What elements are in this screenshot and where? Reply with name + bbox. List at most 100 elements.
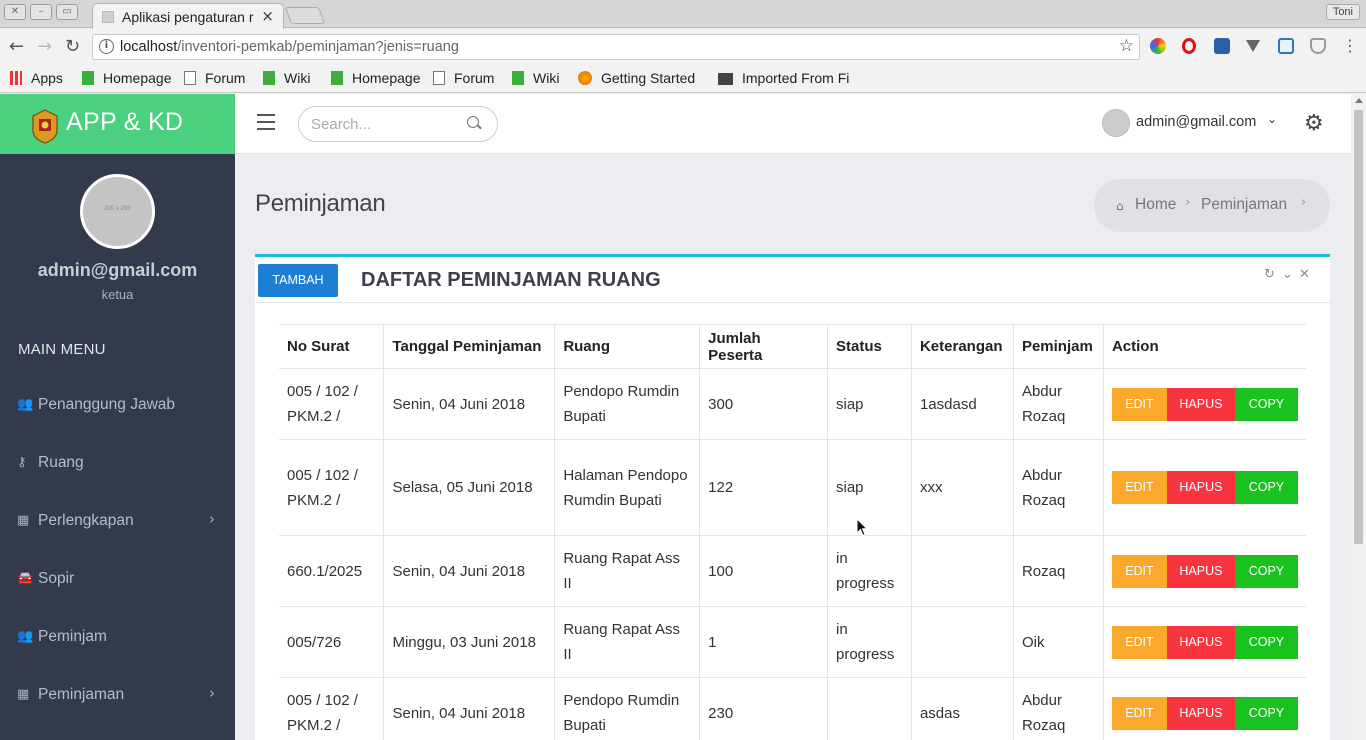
gear-icon[interactable]: ⚙ [1304, 111, 1324, 136]
new-tab-button[interactable] [284, 7, 326, 24]
chevron-right-icon: › [1301, 195, 1307, 210]
bookmark-forum[interactable]: Forum [184, 70, 245, 86]
cell-action: EDIT HAPUS COPY [1102, 439, 1306, 536]
bookmark-wiki[interactable]: Wiki [263, 70, 310, 86]
users-icon: 👥 [17, 397, 34, 412]
data-panel: TAMBAH DAFTAR PEMINJAMAN RUANG ↻ ⌄ ✕ No … [255, 254, 1330, 740]
bookmark-star-icon[interactable]: ☆ [1119, 36, 1134, 56]
user-menu-name[interactable]: admin@gmail.com [1136, 114, 1256, 130]
extension-v-icon[interactable] [1246, 40, 1260, 52]
window-maximize-icon[interactable]: ▭ [56, 4, 78, 20]
extension-s-icon[interactable] [1278, 38, 1294, 54]
table-row: 005 / 102 / PKM.2 / Senin, 04 Juni 2018 … [279, 368, 1306, 440]
cell-status: siap [827, 439, 912, 536]
extension-color-icon[interactable] [1150, 38, 1166, 54]
column-header[interactable]: Status [827, 324, 912, 369]
scrollbar-thumb[interactable] [1354, 110, 1363, 544]
sidebar-item-perlengkapan[interactable]: ▦ Perlengkapan › [0, 501, 235, 541]
bookmark-getting-started[interactable]: Getting Started [578, 70, 695, 86]
tab-close-icon[interactable]: × [261, 7, 274, 25]
scroll-up-icon[interactable] [1355, 98, 1363, 103]
bookmark-wiki-2[interactable]: Wiki [512, 70, 559, 86]
collapse-icon[interactable]: ⌄ [1282, 267, 1293, 282]
back-arrow-icon[interactable]: ← [9, 36, 24, 57]
add-button[interactable]: TAMBAH [258, 264, 338, 297]
bookmark-homepage[interactable]: Homepage [82, 70, 172, 86]
column-header[interactable]: Peminjam [1012, 324, 1104, 369]
column-header[interactable]: Keterangan [910, 324, 1014, 369]
cell-peminjam: Abdur Rozaq [1012, 368, 1104, 440]
brand-name: APP & KD [66, 108, 184, 136]
hamburger-menu-icon[interactable] [257, 114, 275, 130]
sidebar-item-penanggung-jawab[interactable]: 👥 Penanggung Jawab [0, 385, 235, 425]
close-icon[interactable]: ✕ [1299, 267, 1310, 282]
column-header[interactable]: No Surat [279, 324, 384, 369]
sidebar-item-sopir[interactable]: 🚘 Sopir [0, 559, 235, 599]
page-scrollbar[interactable] [1351, 94, 1366, 740]
edit-button[interactable]: EDIT [1111, 625, 1167, 659]
bookmark-homepage-2[interactable]: Homepage [331, 70, 421, 86]
reload-icon[interactable]: ↻ [65, 36, 80, 57]
cell-status: siap [827, 368, 912, 440]
copy-button[interactable]: COPY [1234, 696, 1298, 730]
profile-badge[interactable]: Toni [1325, 4, 1360, 20]
edit-button[interactable]: EDIT [1111, 554, 1167, 588]
search-placeholder: Search... [311, 116, 372, 133]
forward-arrow-icon[interactable]: → [37, 36, 52, 57]
users-icon: 👥 [17, 629, 34, 644]
homepage-icon [331, 71, 343, 85]
site-info-icon[interactable]: i [99, 39, 114, 54]
user-avatar[interactable] [1102, 109, 1130, 137]
cell-no-surat: 005 / 102 / PKM.2 / [279, 677, 384, 740]
cell-no-surat: 005/726 [279, 606, 384, 678]
copy-button[interactable]: COPY [1234, 387, 1298, 421]
delete-button[interactable]: HAPUS [1166, 696, 1235, 730]
browser-menu-icon[interactable]: ⋮ [1342, 36, 1358, 55]
copy-button[interactable]: COPY [1234, 471, 1298, 504]
chevron-down-icon[interactable]: ⌄ [1267, 112, 1277, 126]
delete-button[interactable]: HAPUS [1166, 625, 1235, 659]
cell-tanggal: Minggu, 03 Juni 2018 [383, 606, 555, 678]
sidebar-item-ruang[interactable]: ⚷ Ruang [0, 443, 235, 483]
column-header[interactable]: Tanggal Peminjaman [383, 324, 555, 369]
sidebar-item-peminjam[interactable]: 👥 Peminjam [0, 617, 235, 657]
column-header[interactable]: Ruang [554, 324, 700, 369]
cell-tanggal: Selasa, 05 Juni 2018 [383, 439, 555, 536]
copy-button[interactable]: COPY [1234, 554, 1298, 588]
bookmark-imported[interactable]: Imported From Fi [718, 70, 849, 86]
copy-button[interactable]: COPY [1234, 625, 1298, 659]
window-minimize-icon[interactable]: – [30, 4, 52, 20]
bookmark-forum-2[interactable]: Forum [433, 70, 494, 86]
cell-ruang: Ruang Rapat Ass II [554, 535, 700, 607]
search-input[interactable]: Search... [298, 106, 498, 142]
bookmark-apps[interactable]: Apps [10, 70, 63, 86]
delete-button[interactable]: HAPUS [1166, 387, 1235, 421]
grid-icon: ▦ [17, 513, 30, 528]
address-bar[interactable]: i localhost/inventori-pemkab/peminjaman?… [92, 34, 1140, 60]
sidebar-item-peminjaman[interactable]: ▦ Peminjaman › [0, 675, 235, 715]
cell-tanggal: Senin, 04 Juni 2018 [383, 677, 555, 740]
extension-box-icon[interactable] [1214, 38, 1230, 54]
column-header[interactable]: Jumlah Peserta [699, 324, 828, 369]
brand-bar[interactable]: APP & KD [0, 94, 235, 154]
browser-titlebar: ✕ – ▭ Aplikasi pengaturan r × Toni [0, 0, 1366, 29]
shield-icon[interactable] [1310, 38, 1326, 54]
folder-icon [718, 73, 733, 85]
cell-jumlah: 1 [699, 606, 828, 678]
refresh-icon[interactable]: ↻ [1264, 267, 1275, 282]
cell-action: EDIT HAPUS COPY [1102, 606, 1306, 678]
window-close-icon[interactable]: ✕ [4, 4, 26, 20]
delete-button[interactable]: HAPUS [1166, 554, 1235, 588]
top-navbar: Search... admin@gmail.com ⌄ ⚙ [235, 94, 1351, 154]
edit-button[interactable]: EDIT [1111, 471, 1167, 504]
delete-button[interactable]: HAPUS [1166, 471, 1235, 504]
browser-tab[interactable]: Aplikasi pengaturan r × [92, 3, 284, 29]
edit-button[interactable]: EDIT [1111, 387, 1167, 421]
edit-button[interactable]: EDIT [1111, 696, 1167, 730]
panel-title: DAFTAR PEMINJAMAN RUANG [361, 269, 661, 291]
page-icon [433, 71, 445, 85]
opera-icon[interactable] [1182, 38, 1196, 54]
breadcrumb-home[interactable]: Home [1135, 196, 1176, 214]
search-icon[interactable] [467, 116, 479, 128]
car-icon: 🚘 [17, 571, 34, 586]
